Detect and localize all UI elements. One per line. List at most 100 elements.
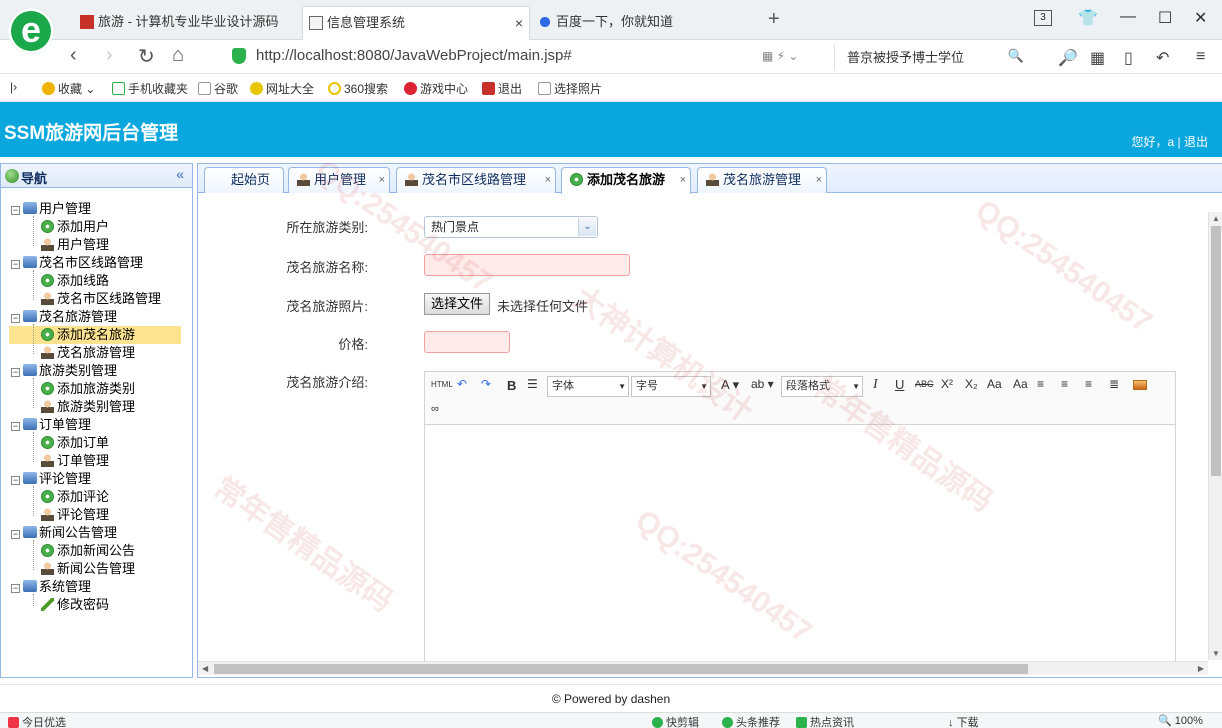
rich-text-editor[interactable]: HTML ↶ ↷ B ☰ 字体 ▼ 字号 ▼ A ▾ ab ▾ 段落格式 ▼ I U … [424,371,1176,662]
status-item-news[interactable]: 热点资讯 [796,714,854,728]
phone-icon[interactable]: ▯ [1124,48,1133,68]
home-icon[interactable]: ⌂ [172,44,184,67]
nav-item[interactable]: 添加新闻公告 [41,542,135,560]
paragraph-format-select[interactable]: 段落格式 ▼ [781,376,863,397]
status-item-toutiao[interactable]: 头条推荐 [722,714,780,728]
font-color-icon[interactable]: A ▾ [721,377,739,393]
choose-file-button[interactable]: 选择文件 [424,293,491,315]
zoom-level[interactable]: 🔍 100% [1158,714,1203,727]
url-tools-icon[interactable]: ▦ ⚡ ⌄ [762,49,799,63]
html-source-button[interactable]: HTML [431,380,453,389]
nav-item[interactable]: 茂名旅游管理 [41,344,135,362]
shirt-icon[interactable]: 👕 [1078,8,1098,28]
nav-item[interactable]: 旅游类别管理 [41,398,135,416]
font-size-select[interactable]: 字号 ▼ [631,376,711,397]
refresh-icon[interactable]: ↻ [138,44,155,69]
undo-icon[interactable]: ↶ [457,377,467,391]
nav-group[interactable]: − 评论管理 [11,470,91,488]
collapse-icon[interactable]: « [176,166,184,182]
bold-icon[interactable]: B [507,378,516,393]
collapse-toggle-icon[interactable]: − [11,368,20,377]
italic-icon[interactable]: I [873,377,878,393]
nav-item[interactable]: 修改密码 [41,596,109,614]
nav-group[interactable]: − 用户管理 [11,200,91,218]
format-clear-icon[interactable]: ☰ [527,377,538,391]
price-input[interactable] [424,331,510,353]
bookmark-mobile[interactable]: 手机收藏夹 [112,80,188,97]
bookmark-logout[interactable]: 退出 [482,80,522,97]
nav-item[interactable]: 添加订单 [41,434,109,452]
link-icon[interactable]: ∞ [431,403,439,415]
strikethrough-icon[interactable]: ABC [915,379,934,389]
nav-item[interactable]: 新闻公告管理 [41,560,135,578]
superscript-icon[interactable]: X² [941,377,953,391]
nav-item[interactable]: 茂名市区线路管理 [41,290,161,308]
collapse-toggle-icon[interactable]: − [11,206,20,215]
scroll-up-icon[interactable]: ▲ [1212,214,1220,223]
tab-user-manage[interactable]: 用户管理 × [288,167,390,193]
collapse-toggle-icon[interactable]: − [11,314,20,323]
collapse-toggle-icon[interactable]: − [11,530,20,539]
tourism-name-input[interactable] [424,254,630,276]
nav-group[interactable]: − 系统管理 [11,578,91,596]
apps-grid-icon[interactable]: ▦ [1090,48,1105,68]
collapse-toggle-icon[interactable]: − [11,260,20,269]
close-tab-icon[interactable]: × [379,168,385,192]
redo-icon[interactable]: ↷ [481,377,491,391]
maximize-icon[interactable]: ☐ [1158,8,1172,28]
category-select[interactable]: 热门景点 ⌄ [424,216,598,238]
nav-item[interactable]: 用户管理 [41,236,109,254]
nav-group[interactable]: − 新闻公告管理 [11,524,117,542]
align-right-icon[interactable]: ≡ [1085,377,1092,391]
horizontal-scrollbar[interactable]: ◀ ▶ [198,661,1208,675]
close-tab-icon[interactable]: × [515,7,523,39]
new-tab-icon[interactable]: + [768,8,780,31]
bookmark-360[interactable]: 360搜索 [328,80,388,97]
undo-icon[interactable]: ↶ [1156,48,1169,68]
nav-item[interactable]: 添加线路 [41,272,109,290]
browser-tab-1[interactable]: 旅游 - 计算机专业毕业设计源码 [74,6,302,40]
vertical-scrollbar[interactable]: ▲ ▼ [1208,212,1222,660]
nav-item[interactable]: 添加茂名旅游 [9,326,181,344]
sidebar-toggle-icon[interactable]: |› [10,80,17,94]
status-item-download[interactable]: ↓ 下载 [948,714,979,728]
nav-item[interactable]: 评论管理 [41,506,109,524]
search-box[interactable]: 🔍 [834,44,1034,70]
tab-route-manage[interactable]: 茂名市区线路管理 × [396,167,556,193]
today-picks[interactable]: 今日优选 [8,714,66,728]
align-center-icon[interactable]: ≡ [1061,377,1068,391]
nav-item[interactable]: 订单管理 [41,452,109,470]
url-field[interactable]: http://localhost:8080/JavaWebProject/mai… [222,44,822,70]
search-icon[interactable]: 🔍 [1008,48,1024,64]
forward-icon[interactable]: › [106,44,113,67]
scroll-down-icon[interactable]: ▼ [1212,649,1220,658]
menu-icon[interactable]: ≡ [1196,48,1205,66]
status-item-clip[interactable]: 快剪辑 [652,714,699,728]
align-left-icon[interactable]: ≡ [1037,377,1044,391]
bookmark-games[interactable]: 游戏中心 [404,80,468,97]
highlight-icon[interactable]: ab ▾ [751,377,774,391]
tab-tourism-manage[interactable]: 茂名旅游管理 × [697,167,827,193]
bookmark-photo[interactable]: 选择照片 [538,80,602,97]
back-icon[interactable]: ‹ [70,44,77,67]
browser-tab-2[interactable]: 信息管理系统 × [302,6,530,40]
logout-link[interactable]: 退出 [1184,135,1208,149]
insert-image-icon[interactable] [1133,380,1147,390]
nav-item[interactable]: 添加评论 [41,488,109,506]
nav-item[interactable]: 添加用户 [41,218,109,236]
font-size-up-icon[interactable]: Aa [987,377,1002,391]
tab-count-badge[interactable]: 3 [1034,10,1052,26]
subscript-icon[interactable]: X₂ [965,377,978,391]
bookmark-favorites[interactable]: 收藏 ⌄ [42,80,95,97]
bookmark-google[interactable]: 谷歌 [198,80,238,97]
tab-add-tourism[interactable]: 添加茂名旅游 × [561,167,691,194]
close-window-icon[interactable]: ✕ [1194,8,1207,28]
close-tab-icon[interactable]: × [816,168,822,192]
search-input[interactable] [835,44,1005,68]
nav-group[interactable]: − 茂名市区线路管理 [11,254,143,272]
minimize-icon[interactable]: — [1120,8,1136,26]
font-size-down-icon[interactable]: Aa [1013,377,1028,391]
scroll-thumb[interactable] [1211,226,1221,476]
chevron-down-icon[interactable]: ⌄ [578,218,596,236]
collapse-toggle-icon[interactable]: − [11,476,20,485]
